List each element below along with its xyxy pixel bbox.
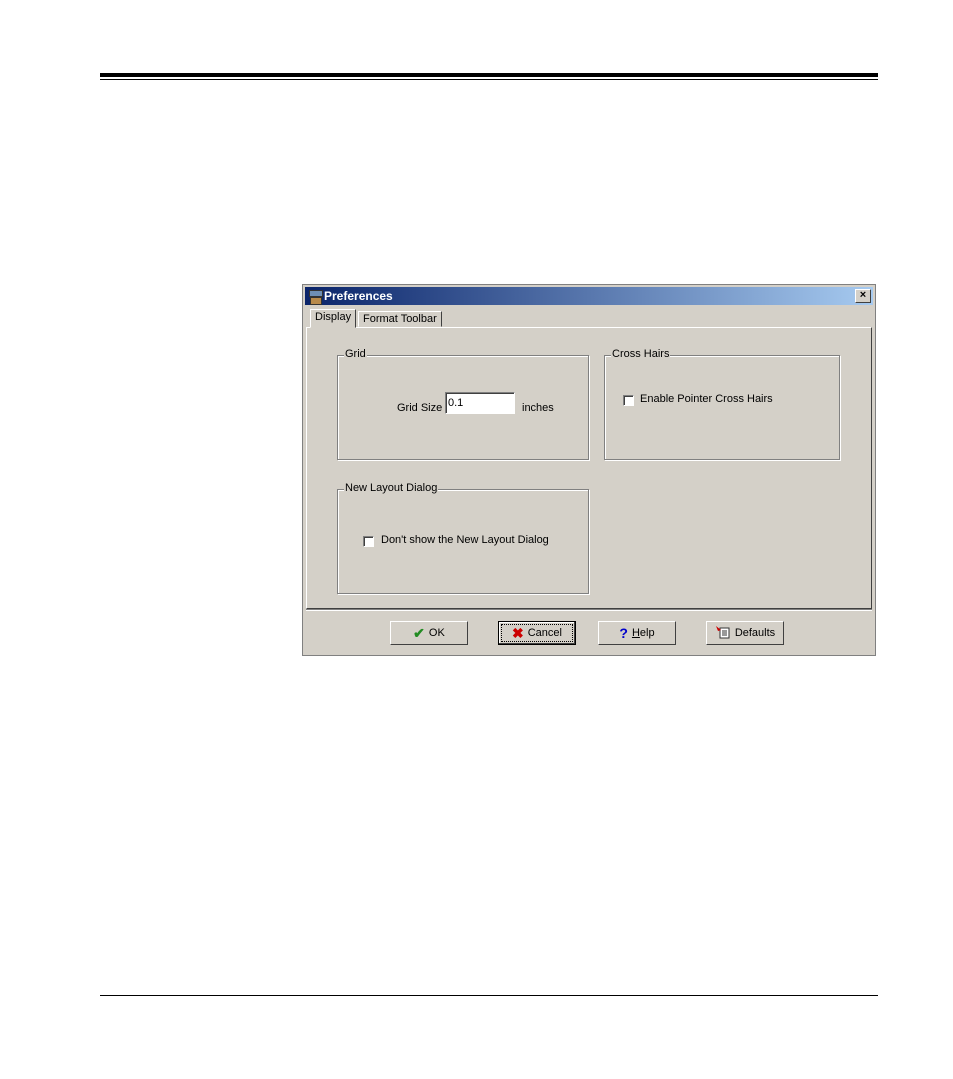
x-icon: ✖ [512, 625, 524, 641]
ok-button-label: OK [428, 627, 445, 639]
defaults-button-label: Defaults [734, 627, 776, 639]
new-layout-checkbox-label[interactable]: Don't show the New Layout Dialog [381, 534, 549, 546]
new-layout-checkbox[interactable] [363, 536, 374, 547]
tab-display[interactable]: Display [310, 309, 357, 328]
cross-hairs-group-title: Cross Hairs [611, 348, 671, 360]
page-rule-top [100, 73, 878, 77]
close-icon: × [859, 289, 867, 301]
cross-hairs-checkbox[interactable] [623, 395, 634, 406]
cancel-button[interactable]: ✖ Cancel [498, 621, 576, 645]
ok-button[interactable]: ✔ OK [390, 621, 468, 645]
help-button[interactable]: ? Help [598, 621, 676, 645]
cross-hairs-groupbox: Cross Hairs Enable Pointer Cross Hairs [604, 348, 840, 460]
help-button-label: Help [631, 627, 655, 639]
grid-size-label: Grid Size [397, 402, 443, 414]
grid-groupbox: Grid Grid Size inches [337, 348, 589, 460]
question-icon: ? [619, 625, 628, 641]
preferences-app-icon [307, 288, 323, 305]
display-tab-panel: Grid Grid Size inches Cross Hairs Enable… [306, 327, 872, 609]
tab-format-toolbar[interactable]: Format Toolbar [358, 311, 442, 327]
grid-size-input[interactable] [445, 392, 515, 414]
tab-display-label: Display [315, 311, 352, 323]
cancel-button-label: Cancel [527, 627, 562, 639]
new-layout-groupbox: New Layout Dialog Don't show the New Lay… [337, 482, 589, 594]
new-layout-group-title: New Layout Dialog [344, 482, 439, 494]
page-rule-bottom [100, 995, 878, 996]
preferences-dialog: Preferences × Display Format Toolbar Gri… [302, 284, 876, 656]
grid-group-title: Grid [344, 348, 367, 360]
grid-unit-label: inches [522, 402, 554, 414]
checkmark-icon: ✔ [413, 625, 425, 641]
defaults-button[interactable]: Defaults [706, 621, 784, 645]
defaults-icon [715, 625, 731, 641]
cross-hairs-checkbox-label[interactable]: Enable Pointer Cross Hairs [640, 393, 773, 405]
button-bar-separator [306, 609, 872, 611]
title-bar[interactable]: Preferences × [305, 287, 873, 305]
dialog-title: Preferences [324, 289, 393, 303]
close-button[interactable]: × [855, 289, 871, 303]
page-rule-top-thin [100, 79, 878, 80]
tab-format-toolbar-label: Format Toolbar [363, 313, 437, 325]
